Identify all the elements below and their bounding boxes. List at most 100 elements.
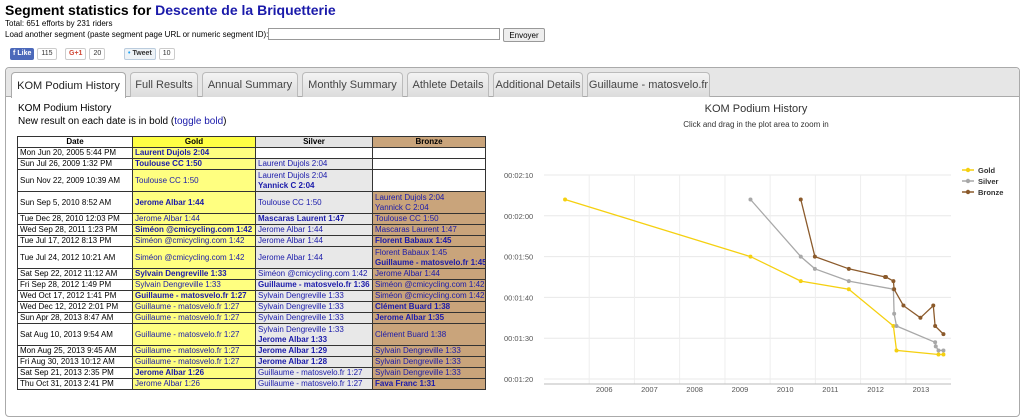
- rider-link[interactable]: Guillaume - matosvelo.fr 1:45: [375, 258, 485, 268]
- rider-link[interactable]: Siméon @cmicycling.com 1:42: [135, 253, 253, 263]
- rider-link[interactable]: Jerome Albar 1:28: [258, 358, 370, 367]
- tweet-button[interactable]: • Tweet: [124, 47, 156, 60]
- cell-gold: Guillaume - matosvelo.fr 1:27: [132, 345, 256, 357]
- cell-gold: Guillaume - matosvelo.fr 1:27: [132, 323, 256, 346]
- y-tick-label: 00:02:00: [504, 212, 533, 221]
- cell-silver: Sylvain Dengreville 1:33: [255, 301, 373, 313]
- rider-link[interactable]: Jerome Albar 1:35: [375, 314, 483, 323]
- rider-link[interactable]: Mascaras Laurent 1:47: [258, 215, 370, 224]
- cell-gold: Laurent Dujols 2:04: [132, 147, 256, 159]
- rider-link[interactable]: Laurent Dujols 2:04: [258, 171, 370, 181]
- rider-link[interactable]: Clément Buard 1:38: [375, 330, 483, 340]
- stats-panel: KOM Podium History Full Results Annual S…: [5, 67, 1020, 417]
- rider-link[interactable]: Sylvain Dengreville 1:33: [375, 347, 483, 356]
- rider-link[interactable]: Laurent Dujols 2:04: [375, 193, 483, 203]
- rider-link[interactable]: Jerome Albar 1:29: [258, 347, 370, 356]
- rider-link[interactable]: Jerome Albar 1:33: [258, 335, 370, 345]
- facebook-like-button[interactable]: f Like: [10, 47, 35, 60]
- rider-link[interactable]: Jerome Albar 1:44: [135, 215, 253, 224]
- rider-link[interactable]: Sylvain Dengreville 1:33: [258, 303, 370, 312]
- tab-monthly-summary[interactable]: Monthly Summary: [302, 72, 403, 97]
- legend-swatch-marker: [965, 167, 971, 173]
- rider-link[interactable]: Yannick C 2:04: [258, 181, 370, 191]
- tab-annual-summary[interactable]: Annual Summary: [202, 72, 298, 97]
- rider-link[interactable]: Jerome Albar 1:44: [135, 198, 253, 208]
- rider-link[interactable]: Sylvain Dengreville 1:33: [135, 281, 253, 290]
- rider-link[interactable]: Laurent Dujols 2:04: [135, 149, 253, 158]
- rider-link[interactable]: Fava Franc 1:31: [375, 380, 483, 389]
- rider-link[interactable]: Guillaume - matosvelo.fr 1:27: [135, 292, 253, 301]
- rider-link[interactable]: Toulouse CC 1:50: [135, 160, 253, 169]
- rider-link[interactable]: Florent Babaux 1:45: [375, 237, 483, 246]
- rider-link[interactable]: Sylvain Dengreville 1:33: [258, 292, 370, 301]
- rider-link[interactable]: Siméon @cmicycling.com 1:42: [375, 292, 485, 301]
- rider-link[interactable]: Mascaras Laurent 1:47: [375, 226, 483, 235]
- rider-link[interactable]: Clément Buard 1:38: [375, 303, 483, 312]
- chart-svg[interactable]: 00:02:10 00:02:00 00:01:50 00:01:40 00:01:30…: [496, 98, 1016, 408]
- rider-link[interactable]: Sylvain Dengreville 1:33: [375, 358, 483, 367]
- cell-bronze: Sylvain Dengreville 1:33: [372, 367, 486, 379]
- rider-link[interactable]: Guillaume - matosvelo.fr 1:27: [135, 314, 253, 323]
- toggle-bold-link[interactable]: toggle bold: [174, 116, 223, 127]
- rider-link[interactable]: Sylvain Dengreville 1:33: [135, 270, 253, 279]
- tab-kom-podium-history[interactable]: KOM Podium History: [11, 72, 126, 98]
- rider-link[interactable]: Jerome Albar 1:44: [258, 237, 370, 246]
- rider-link[interactable]: Siméon @cmicycling.com 1:42: [258, 270, 370, 279]
- segment-name-link[interactable]: Descente de la Briquetterie: [155, 2, 336, 18]
- tweet[interactable]: • Tweet 10: [124, 47, 175, 60]
- rider-link[interactable]: Jerome Albar 1:26: [135, 369, 253, 378]
- tab-athlete-details[interactable]: Athlete Details: [407, 72, 489, 97]
- x-tick-label: 2012: [867, 385, 884, 394]
- cell-silver: Guillaume - matosvelo.fr 1:27: [255, 378, 373, 390]
- rider-link[interactable]: Toulouse CC 1:50: [375, 215, 483, 224]
- rider-link[interactable]: Guillaume - matosvelo.fr 1:27: [258, 369, 370, 378]
- rider-link[interactable]: Jerome Albar 1:44: [375, 270, 483, 279]
- rider-link[interactable]: Guillaume - matosvelo.fr 1:27: [258, 380, 370, 389]
- rider-link[interactable]: Jerome Albar 1:26: [135, 380, 253, 389]
- rider-link[interactable]: Toulouse CC 1:50: [258, 198, 370, 208]
- rider-link[interactable]: Sylvain Dengreville 1:33: [258, 314, 370, 323]
- facebook-icon: f: [13, 50, 16, 57]
- tab-additional-details[interactable]: Additional Details: [493, 72, 583, 97]
- cell-bronze: Clément Buard 1:38: [372, 323, 486, 346]
- rider-link[interactable]: Laurent Dujols 2:04: [258, 160, 370, 169]
- facebook-like-label: Like: [17, 50, 32, 57]
- kom-chart[interactable]: KOM Podium History Click and drag in the…: [496, 98, 1016, 408]
- cell-bronze: Siméon @cmicycling.com 1:42: [372, 279, 486, 291]
- rider-link[interactable]: Siméon @cmicycling.com 1:42: [135, 226, 253, 235]
- tab-athlete-guillaume[interactable]: Guillaume - matosvelo.fr: [587, 72, 710, 97]
- data-point-bronze: [846, 266, 851, 271]
- rider-link[interactable]: Guillaume - matosvelo.fr 1:27: [135, 347, 253, 356]
- cell-gold: Jerome Albar 1:26: [132, 378, 256, 390]
- cell-date: Wed Sep 28, 2011 1:23 PM: [17, 224, 133, 236]
- rider-link[interactable]: Guillaume - matosvelo.fr 1:36: [258, 281, 370, 290]
- segment-url-input[interactable]: [268, 28, 500, 40]
- cell-gold: Jerome Albar 1:44: [132, 191, 256, 214]
- cell-date: Fri Sep 28, 2012 1:49 PM: [17, 279, 133, 291]
- rider-link[interactable]: Siméon @cmicycling.com 1:42: [135, 237, 253, 246]
- table-row: Tue Jul 17, 2012 8:13 PM Siméon @cmicycli…: [17, 235, 486, 247]
- title-prefix: Segment statistics for: [5, 2, 152, 18]
- facebook-like[interactable]: f Like 115: [10, 47, 57, 60]
- cell-gold: Siméon @cmicycling.com 1:42: [132, 224, 256, 236]
- series-line-bronze: [800, 199, 944, 335]
- rider-link[interactable]: Guillaume - matosvelo.fr 1:27: [135, 303, 253, 312]
- rider-link[interactable]: Jerome Albar 1:44: [258, 253, 370, 263]
- google-plus-button[interactable]: G+1: [65, 47, 87, 60]
- rider-link[interactable]: Florent Babaux 1:45: [375, 248, 483, 258]
- cell-silver: Sylvain Dengreville 1:33 Jerome Albar 1:3…: [255, 323, 373, 346]
- rider-link[interactable]: Sylvain Dengreville 1:33: [375, 369, 483, 378]
- data-point-gold: [894, 348, 899, 353]
- rider-link[interactable]: Guillaume - matosvelo.fr 1:27: [135, 358, 253, 367]
- cell-silver: Guillaume - matosvelo.fr 1:36: [255, 279, 373, 291]
- rider-link[interactable]: Toulouse CC 1:50: [135, 176, 253, 186]
- table-header-row: Date Gold Silver Bronze: [17, 136, 486, 148]
- google-plus[interactable]: G+1 20: [65, 47, 106, 60]
- tab-full-results[interactable]: Full Results: [130, 72, 198, 97]
- rider-link[interactable]: Guillaume - matosvelo.fr 1:27: [135, 330, 253, 340]
- envoyer-button[interactable]: Envoyer: [503, 28, 545, 42]
- rider-link[interactable]: Sylvain Dengreville 1:33: [258, 325, 370, 335]
- rider-link[interactable]: Jerome Albar 1:44: [258, 226, 370, 235]
- rider-link[interactable]: Siméon @cmicycling.com 1:42: [375, 281, 485, 290]
- rider-link[interactable]: Yannick C 2:04: [375, 203, 483, 213]
